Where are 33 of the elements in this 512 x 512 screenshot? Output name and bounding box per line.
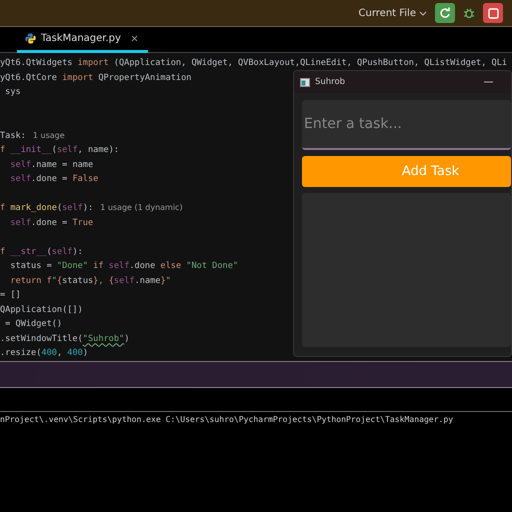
code-line: return f"{status}, {self.name}" (9, 274, 171, 288)
code-line: Task: (0, 130, 26, 142)
code-line: sys (4, 86, 21, 99)
usage-hint[interactable]: 1 usage (32, 128, 65, 143)
stop-icon (488, 8, 498, 18)
window-title: Suhrob (315, 77, 346, 87)
run-config-dropdown[interactable]: Current File (358, 8, 427, 18)
code-line: yQt6.QtCore import QPropertyAnimation (0, 72, 192, 84)
stop-button[interactable] (483, 3, 503, 23)
code-line: .setWindowTitle("Suhrob") (0, 332, 130, 346)
caret-icon (419, 10, 427, 16)
terminal-line: nProject\.venv\Scripts\python.exe C:\Users\suhro\PycharmProjects\PythonProject\TaskManager.py (0, 413, 454, 425)
code-line: self.done = True (9, 216, 94, 230)
minimize-icon[interactable] (484, 81, 493, 83)
code-line: .resize(400, 400) (0, 347, 88, 360)
code-line: QApplication([]) (0, 304, 83, 316)
code-line: = QWidget() (4, 318, 62, 331)
refresh-icon (439, 7, 451, 19)
usage-hint[interactable]: 1 usage (1 dynamic) (100, 201, 183, 216)
code-line: = [] (0, 289, 21, 302)
code-line: f mark_done(self): (0, 202, 94, 215)
code-line: yQt6.QtWidgets import (QApplication, QWidget, QVBoxLayout,QLineEdit, QPushButton, QListWidget, QLi (0, 57, 508, 70)
close-icon[interactable] (130, 35, 138, 42)
code-line: f __init__(self, name): (0, 144, 120, 157)
code-line: f __str__(self): (0, 246, 83, 258)
window-icon (300, 78, 310, 86)
task-input-field[interactable]: Enter a task... (302, 100, 511, 150)
code-line: status = "Done" if self.done else "Not Done" (9, 260, 238, 273)
bug-icon[interactable] (463, 7, 475, 19)
code-line: self.done = False (9, 173, 98, 186)
python-file-icon (25, 33, 36, 44)
rerun-button[interactable] (435, 3, 455, 23)
code-line: self.name = name (9, 158, 94, 172)
